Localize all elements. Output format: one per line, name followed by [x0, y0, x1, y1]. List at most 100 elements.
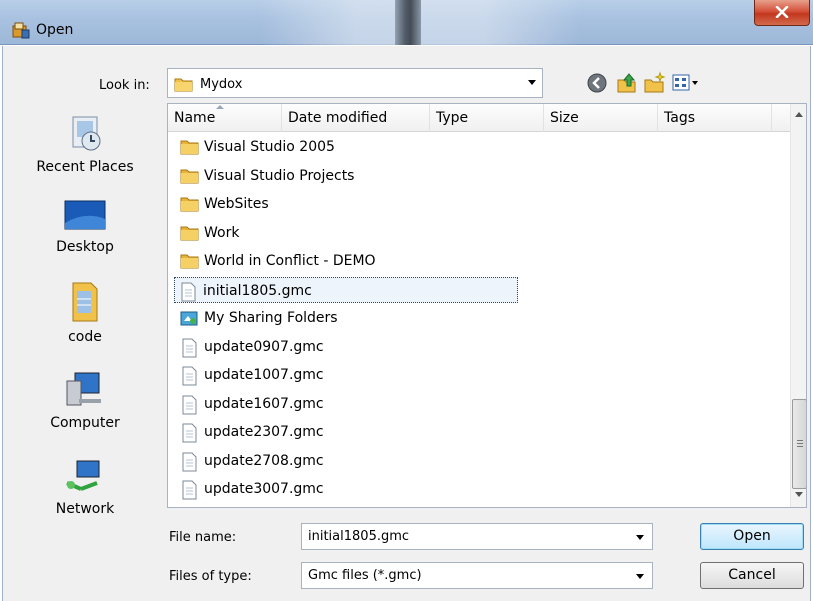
grip-line [797, 446, 803, 447]
scroll-down-icon[interactable] [795, 492, 803, 497]
title-bar-background [395, 0, 421, 45]
list-item[interactable]: initial1805.gmc [174, 276, 518, 306]
list-item[interactable]: Work [176, 220, 516, 246]
list-item[interactable]: Visual Studio 2005 [176, 134, 516, 160]
file-name: initial1805.gmc [203, 282, 312, 299]
place-label: Network [55, 501, 115, 517]
place-desktop[interactable]: Desktop [11, 195, 159, 255]
file-icon [180, 480, 198, 504]
code-folder-icon [72, 282, 98, 322]
chevron-down-icon[interactable] [636, 535, 644, 540]
list-item[interactable]: WebSites [176, 191, 516, 217]
back-icon[interactable] [585, 71, 609, 95]
file-name: My Sharing Folders [204, 310, 338, 326]
network-icon [66, 460, 100, 491]
places-bar: Recent Places Desktop code Computer Netw… [11, 103, 163, 523]
file-icon [180, 423, 198, 447]
place-label: Desktop [56, 239, 114, 255]
desktop-icon [64, 200, 106, 230]
column-header: Name Date modified Type Size Tags [168, 104, 790, 132]
file-name: Visual Studio 2005 [204, 139, 335, 155]
close-icon [775, 6, 789, 18]
column-type-label: Type [436, 110, 469, 126]
grip-line [797, 440, 803, 441]
scroll-thumb[interactable] [792, 399, 806, 489]
list-item[interactable]: update3007.gmc [176, 476, 516, 502]
up-folder-icon[interactable] [615, 71, 639, 95]
place-network[interactable]: Network [11, 457, 159, 517]
column-date-modified-label: Date modified [288, 110, 388, 126]
open-button[interactable]: Open [700, 523, 804, 550]
new-folder-icon[interactable] [643, 71, 667, 95]
file-icon [180, 366, 198, 390]
file-list[interactable]: Name Date modified Type Size Tags Visual… [167, 103, 807, 508]
column-name[interactable]: Name [168, 104, 282, 132]
shared-folder-icon [180, 309, 200, 331]
list-item[interactable]: update1607.gmc [176, 391, 516, 417]
look-in-label: Look in: [99, 78, 150, 93]
chevron-down-icon [528, 80, 536, 85]
file-name: update0907.gmc [204, 338, 324, 355]
dialog-body: Look in: Mydox Recent Places Desktop cod… [2, 46, 811, 601]
folder-icon [180, 138, 200, 160]
file-name: update1007.gmc [204, 367, 324, 383]
window-title: Open [36, 22, 74, 38]
look-in-value: Mydox [200, 77, 243, 92]
close-button[interactable] [754, 0, 810, 26]
scroll-up-icon[interactable] [795, 112, 803, 117]
vertical-scrollbar[interactable] [790, 104, 806, 507]
list-item[interactable]: update0907.gmc [176, 334, 516, 360]
file-name: WebSites [204, 196, 269, 212]
file-name: update2307.gmc [204, 424, 324, 440]
files-of-type-value: Gmc files (*.gmc) [308, 568, 422, 583]
cancel-button[interactable]: Cancel [700, 562, 804, 589]
folder-icon [180, 167, 200, 189]
file-name: update3007.gmc [204, 481, 324, 497]
file-name-label: File name: [169, 530, 237, 545]
column-date-modified[interactable]: Date modified [282, 104, 430, 132]
column-name-label: Name [174, 110, 216, 126]
file-icon [180, 452, 198, 476]
file-name-input[interactable]: initial1805.gmc [301, 523, 653, 550]
list-item[interactable]: Visual Studio Projects [176, 163, 516, 189]
place-label: code [68, 329, 102, 345]
folder-icon [174, 78, 193, 92]
file-name: Visual Studio Projects [204, 167, 355, 184]
look-in-combo[interactable]: Mydox [167, 68, 543, 98]
list-item[interactable]: World in Conflict - DEMO [176, 248, 516, 274]
file-name: update1607.gmc [204, 395, 324, 412]
place-label: Recent Places [36, 159, 134, 175]
list-item[interactable]: My Sharing Folders [176, 305, 516, 331]
files-of-type-select[interactable]: Gmc files (*.gmc) [301, 562, 653, 589]
computer-icon [66, 372, 101, 406]
column-size-label: Size [550, 110, 579, 126]
column-tags[interactable]: Tags [658, 104, 772, 132]
file-icon [179, 282, 197, 306]
files-of-type-label: Files of type: [169, 569, 252, 584]
place-computer[interactable]: Computer [11, 369, 159, 431]
list-item[interactable]: update2708.gmc [176, 448, 516, 474]
sort-ascending-icon [216, 105, 224, 109]
place-code[interactable]: code [11, 279, 159, 345]
open-dialog-icon [12, 22, 30, 39]
folder-icon [180, 224, 200, 246]
file-name: Work [204, 224, 240, 241]
folder-icon [180, 195, 200, 217]
file-name-value: initial1805.gmc [308, 529, 410, 544]
chevron-down-icon [636, 574, 644, 579]
recent-places-icon [72, 116, 101, 151]
column-size[interactable]: Size [544, 104, 658, 132]
column-type[interactable]: Type [430, 104, 544, 132]
column-tags-label: Tags [664, 110, 695, 126]
list-item[interactable]: update2307.gmc [176, 419, 516, 445]
view-menu-icon[interactable] [671, 71, 701, 95]
file-icon [180, 338, 198, 362]
grip-line [797, 443, 803, 444]
title-bar[interactable]: Open [0, 0, 813, 45]
place-label: Computer [50, 415, 120, 431]
place-recent-places[interactable]: Recent Places [11, 111, 159, 175]
folder-icon [180, 252, 200, 274]
file-name: update2708.gmc [204, 452, 324, 469]
file-icon [180, 395, 198, 419]
list-item[interactable]: update1007.gmc [176, 362, 516, 388]
